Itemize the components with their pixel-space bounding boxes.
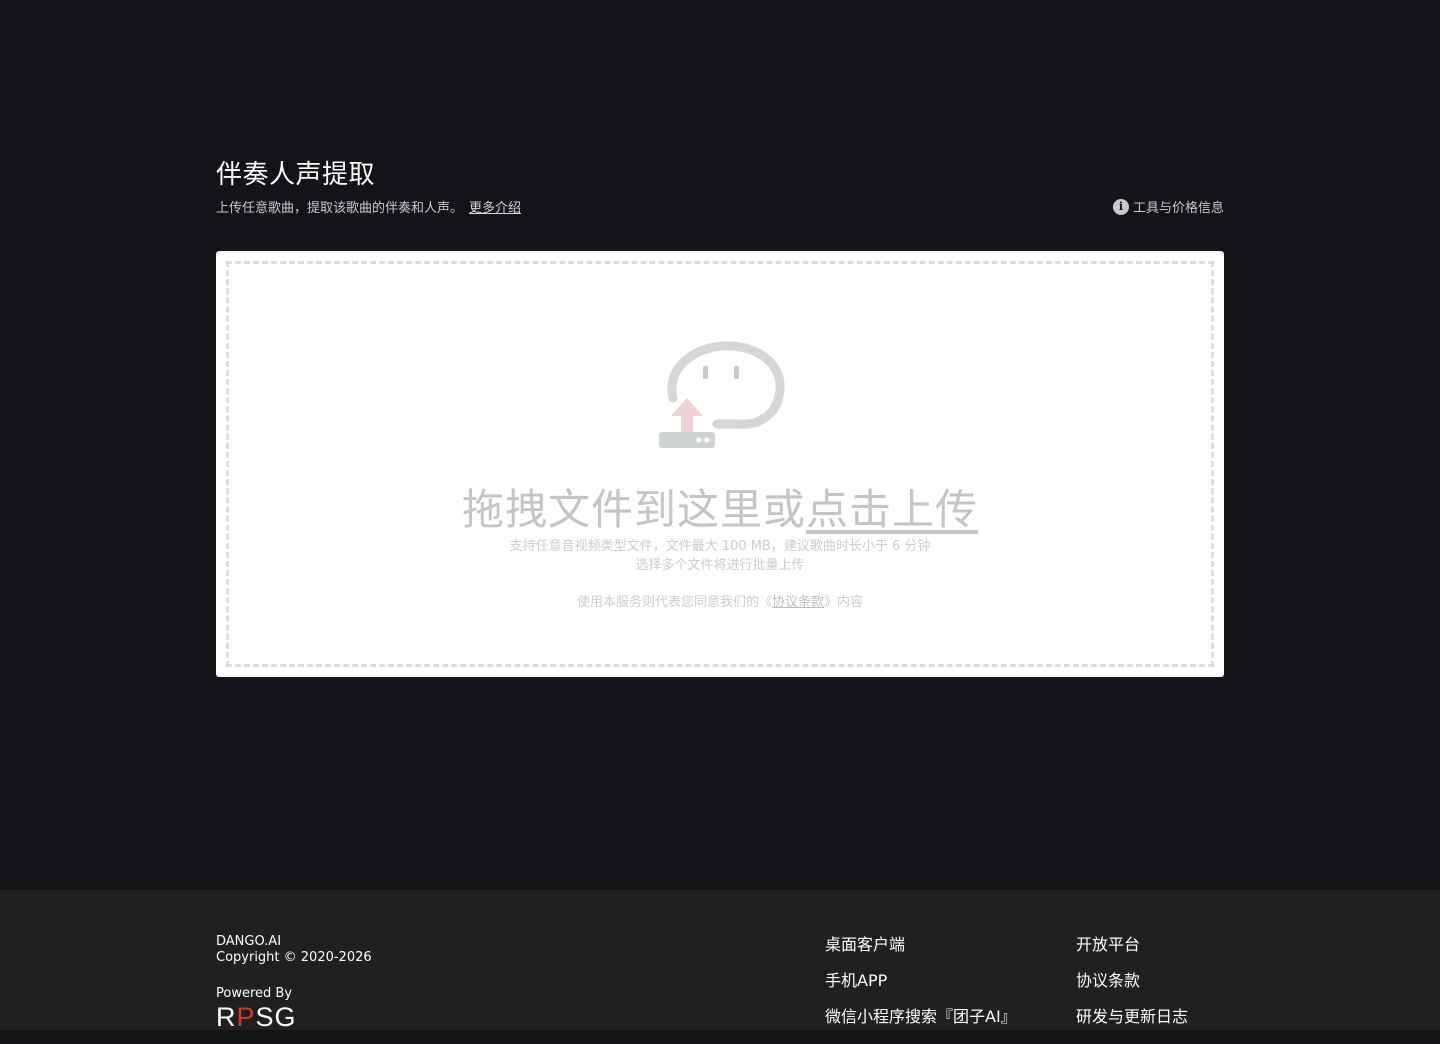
subtitle-text: 上传任意歌曲，提取该歌曲的伴奏和人声。 xyxy=(216,201,464,216)
upload-heading: 拖拽文件到这里或点击上传 xyxy=(229,476,1211,537)
footer-link-open-platform[interactable]: 开放平台 xyxy=(1076,936,1188,972)
footer-column-2: 开放平台 协议条款 研发与更新日志 xyxy=(1076,936,1188,1044)
upload-mascot-icon xyxy=(659,341,785,448)
footer-column-1: 桌面客户端 手机APP 微信小程序搜索『团子AI』 xyxy=(825,936,1017,1044)
upload-dropzone[interactable]: 拖拽文件到这里或点击上传 支持任意音视频类型文件，文件最大 100 MB，建议歌… xyxy=(226,261,1214,667)
terms-link[interactable]: 协议条款 xyxy=(772,595,824,610)
page-subtitle: 上传任意歌曲，提取该歌曲的伴奏和人声。 更多介绍 xyxy=(216,197,521,216)
logo-p: P xyxy=(236,1002,256,1032)
logo-sg: SG xyxy=(255,1002,297,1032)
footer-link-desktop-client[interactable]: 桌面客户端 xyxy=(825,936,1017,972)
upload-terms: 使用本服务则代表您同意我们的《协议条款》内容 xyxy=(229,591,1211,610)
logo-r: R xyxy=(216,1002,237,1032)
info-icon: i xyxy=(1112,198,1129,215)
tool-price-info-link[interactable]: i 工具与价格信息 xyxy=(1112,197,1224,216)
footer-link-mobile-app[interactable]: 手机APP xyxy=(825,972,1017,1008)
upload-card: 拖拽文件到这里或点击上传 支持任意音视频类型文件，文件最大 100 MB，建议歌… xyxy=(216,251,1224,677)
more-intro-link[interactable]: 更多介绍 xyxy=(469,201,521,216)
click-upload-link[interactable]: 点击上传 xyxy=(806,485,978,534)
terms-suffix: 》内容 xyxy=(824,595,864,610)
page-title: 伴奏人声提取 xyxy=(216,160,376,190)
terms-prefix: 使用本服务则代表您同意我们的《 xyxy=(576,595,772,610)
upload-heading-text: 拖拽文件到这里或 xyxy=(461,485,806,534)
upload-desc-line2: 选择多个文件将进行批量上传 xyxy=(635,558,805,573)
upload-description: 支持任意音视频类型文件，文件最大 100 MB，建议歌曲时长小于 6 分钟 选择… xyxy=(229,537,1211,575)
brand-name: DANGO.AI xyxy=(216,934,282,949)
footer-link-terms[interactable]: 协议条款 xyxy=(1076,972,1188,1008)
footer: DANGO.AI Copyright © 2020-2026 Powered B… xyxy=(0,890,1440,1032)
footer-brand: DANGO.AI Copyright © 2020-2026 xyxy=(216,934,372,966)
footer-link-changelog[interactable]: 研发与更新日志 xyxy=(1076,1008,1188,1044)
tool-info-label: 工具与价格信息 xyxy=(1132,201,1224,216)
powered-by: Powered By xyxy=(216,986,293,1001)
copyright: Copyright © 2020-2026 xyxy=(216,950,372,965)
rpsg-logo[interactable]: RPSG xyxy=(216,1002,297,1032)
upload-desc-line1: 支持任意音视频类型文件，文件最大 100 MB，建议歌曲时长小于 6 分钟 xyxy=(509,539,931,554)
footer-link-wechat-miniprogram[interactable]: 微信小程序搜索『团子AI』 xyxy=(825,1008,1017,1044)
